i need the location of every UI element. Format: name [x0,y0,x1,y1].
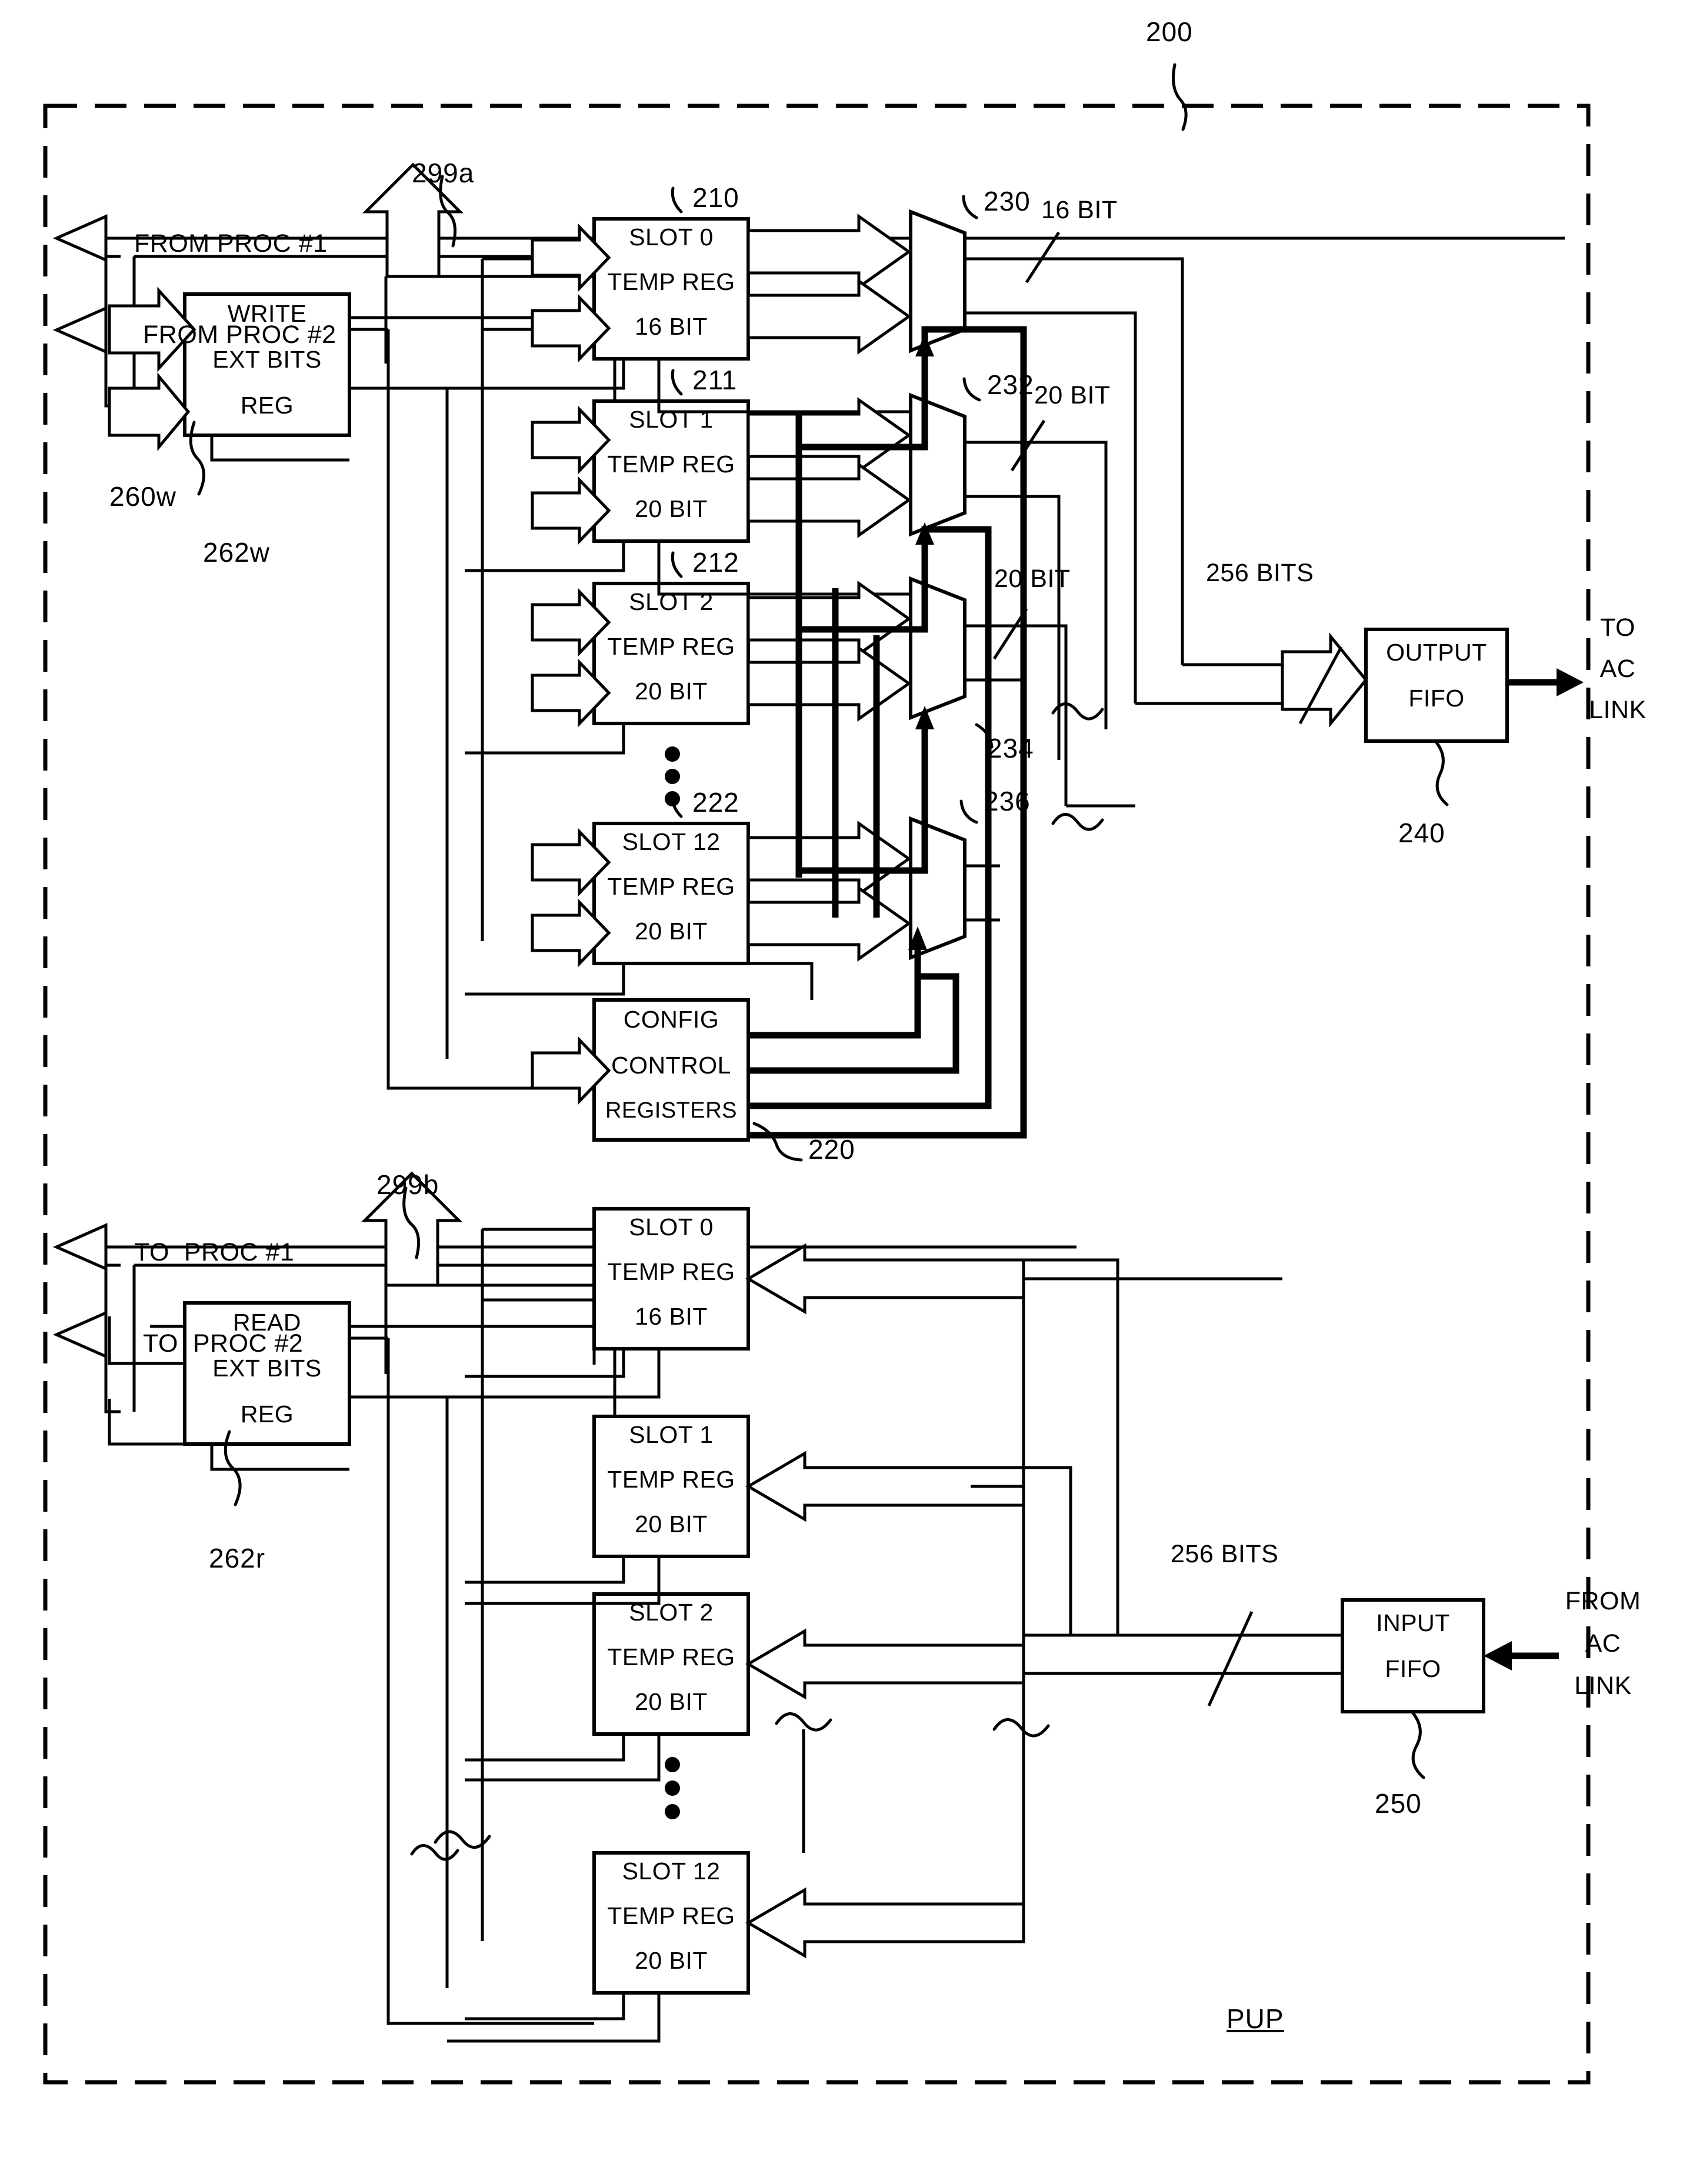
output-bus-width: 256 BITS [1206,559,1314,587]
ref-236-leader [959,799,978,824]
ref-220: 220 [808,1134,855,1165]
slot12-read-width: 20 BIT [635,1947,708,1974]
slot0-write-name: SLOT 0 [629,224,714,251]
input-fifo-line2: FIFO [1385,1655,1441,1682]
config-line3: REGISTERS [605,1098,738,1123]
output-fifo-line2: FIFO [1408,685,1465,712]
ref-212: 212 [692,547,739,578]
slot2-read-line2: TEMP REG [607,1643,735,1670]
ref-211: 211 [692,365,738,395]
ref-220-leader [752,1122,803,1162]
from-ac-link-line2: AC [1585,1629,1621,1658]
ref-240: 240 [1398,818,1445,848]
input-fifo-line1: INPUT [1376,1609,1450,1636]
ref-210-leader [671,186,683,214]
slot12-write-width: 20 BIT [635,918,708,945]
to-ac-link-line2: AC [1599,655,1636,683]
ref-210: 210 [692,182,739,213]
ref-230-leader [962,195,978,219]
ref-250: 250 [1375,1788,1422,1819]
ref-200-leader [1172,63,1188,131]
figure-ref-200: 200 [1146,16,1193,47]
slot0-read-name: SLOT 0 [629,1213,714,1241]
slot2-read-width: 20 BIT [635,1688,708,1715]
mux-234 [909,576,967,721]
slot12-read-line2: TEMP REG [607,1902,735,1929]
to-ac-link-line3: LINK [1589,696,1647,724]
to-ac-link-line1: TO [1600,613,1635,642]
from-ac-link-line1: FROM [1565,1587,1641,1615]
bus-ref-299b: 299b [376,1169,439,1200]
slot2-write-name: SLOT 2 [629,588,714,615]
slot12-read-name: SLOT 12 [622,1858,721,1885]
figure-canvas: .s{fill:none;stroke:#000;stroke-width:5;… [0,0,1703,2184]
slot1-read-width: 20 BIT [635,1511,708,1538]
mux-232 [909,392,967,537]
slot0-write-width: 16 BIT [635,313,708,340]
ref-262w: 262w [203,537,270,568]
ref-232: 232 [987,369,1034,400]
slot12-write-name: SLOT 12 [622,828,721,855]
from-ac-link-line3: LINK [1574,1672,1632,1700]
ref-236: 236 [984,786,1031,816]
read-ext-bits-line3: REG [240,1401,294,1428]
ref-262r: 262r [209,1543,266,1573]
read-ext-bits-line1: READ [233,1309,301,1336]
write-ext-bits-line1: WRITE [227,300,307,327]
ref-232-leader [962,377,981,402]
slot1-write-width: 20 BIT [635,495,708,522]
slot2-write-line2: TEMP REG [607,633,735,660]
ref-222: 222 [692,787,739,818]
slot1-read-name: SLOT 1 [629,1421,714,1448]
mux234-output-width: 20 BIT [994,565,1071,593]
config-line2: CONTROL [611,1052,731,1079]
mux230-output-width: 16 BIT [1041,196,1118,224]
ref-240-leader [1434,739,1449,806]
slot12-write-line2: TEMP REG [607,873,735,900]
slot0-read-line2: TEMP REG [607,1258,735,1285]
read-ext-bits-line2: EXT BITS [212,1355,322,1382]
bus-ref-299a: 299a [412,158,475,188]
ref-230: 230 [984,186,1031,216]
to-proc-1-label: TO PROC #1 [134,1238,295,1266]
ref-212-leader [671,551,683,578]
input-bus-width: 256 BITS [1171,1540,1279,1568]
slot1-write-name: SLOT 1 [629,406,714,433]
ref-260w: 260w [109,481,176,512]
pup-label: PUP [1227,2003,1284,2034]
config-line1: CONFIG [623,1006,719,1033]
ref-211-leader [671,369,683,396]
slot2-read-name: SLOT 2 [629,1599,714,1626]
from-proc-1-label: FROM PROC #1 [134,229,328,258]
slot1-write-line2: TEMP REG [607,451,735,478]
write-ext-bits-line2: EXT BITS [212,346,322,373]
slot0-write-line2: TEMP REG [607,268,735,295]
ref-234: 234 [987,733,1034,763]
slot0-read-width: 16 BIT [635,1303,708,1330]
output-fifo-line1: OUTPUT [1386,639,1487,666]
ref-250-leader [1410,1710,1425,1779]
write-ext-bits-line3: REG [240,392,294,419]
slot2-write-width: 20 BIT [635,678,708,705]
slot1-read-line2: TEMP REG [607,1466,735,1493]
mux232-output-width: 20 BIT [1034,381,1111,409]
